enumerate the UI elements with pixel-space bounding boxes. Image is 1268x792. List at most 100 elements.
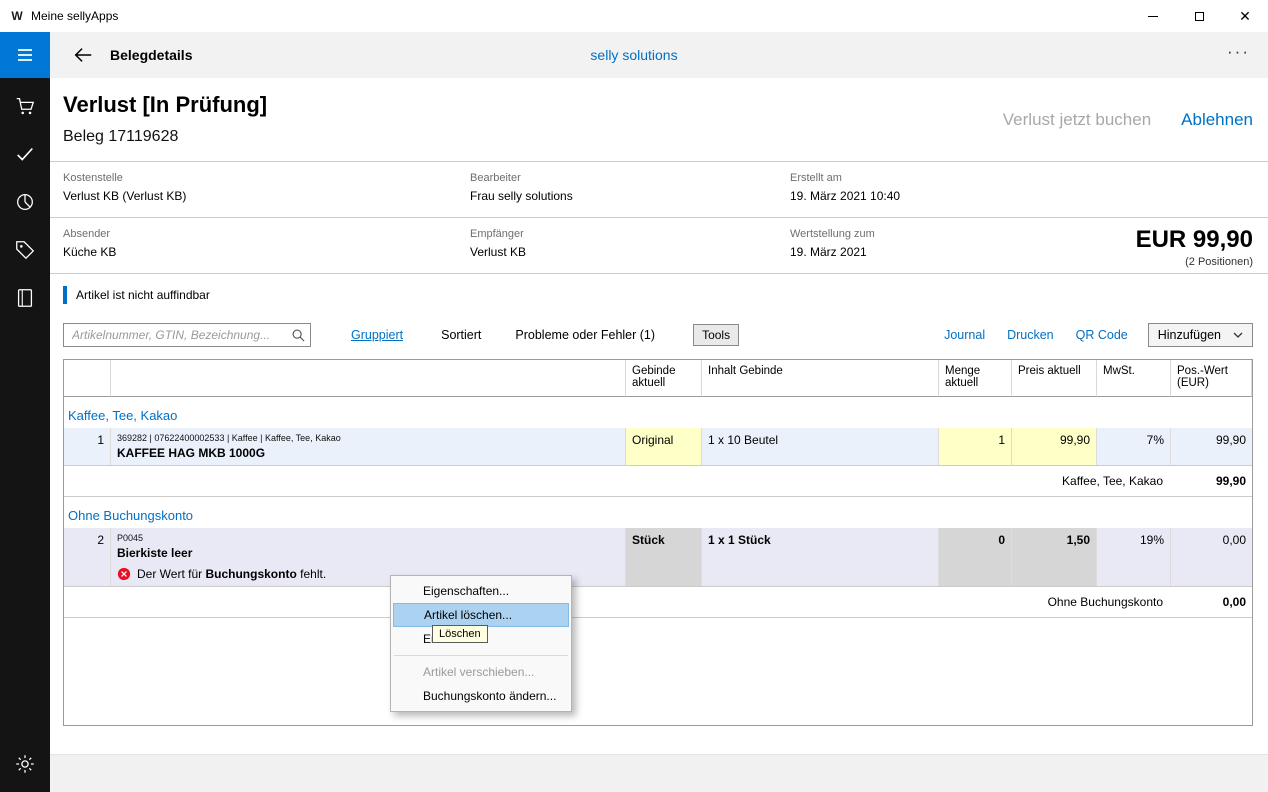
page-title: Belegdetails <box>110 47 192 63</box>
back-button[interactable] <box>70 42 96 68</box>
gebinde-cell[interactable]: Original <box>626 428 702 465</box>
chevron-down-icon <box>1233 332 1243 339</box>
table-row-2[interactable]: 2 P0045 Bierkiste leer Der Wert für Buch… <box>64 528 1252 587</box>
row-number: 2 <box>64 528 111 586</box>
group-title-ohne-buchungskonto: Ohne Buchungskonto <box>64 497 1252 528</box>
field-empfaenger: Empfänger Verlust KB <box>470 228 790 259</box>
mwst-cell: 19% <box>1097 528 1171 586</box>
error-text: Der Wert für Buchungskonto fehlt. <box>137 567 326 581</box>
field-erstellt-am: Erstellt am 19. März 2021 10:40 <box>790 172 1253 203</box>
menge-cell[interactable]: 0 <box>939 528 1012 586</box>
checkmark-icon <box>14 143 36 165</box>
document-title: Verlust [In Prüfung] <box>63 90 267 120</box>
bottom-bar <box>50 754 1268 792</box>
col-menge: Menge aktuell <box>939 360 1012 397</box>
subtotal-value: 0,00 <box>1171 595 1252 609</box>
sidebar-item-reports[interactable] <box>0 178 50 226</box>
preis-cell[interactable]: 99,90 <box>1012 428 1097 465</box>
field-absender: Absender Küche KB <box>63 228 470 259</box>
hamburger-icon <box>15 45 35 65</box>
journal-link[interactable]: Journal <box>944 328 985 342</box>
window-title: Meine sellyApps <box>31 9 118 23</box>
context-menu: Eigenschaften... Artikel löschen... Erse… <box>390 575 572 712</box>
article-meta: 369282 | 07622400002533 | Kaffee | Kaffe… <box>117 433 619 443</box>
info-row-1: Kostenstelle Verlust KB (Verlust KB) Bea… <box>50 162 1268 218</box>
toolbar-right: Journal Drucken QR Code Hinzufügen <box>922 323 1253 347</box>
col-gebinde: Gebinde aktuell <box>626 360 702 397</box>
tools-button[interactable]: Tools <box>693 324 739 346</box>
preis-cell[interactable]: 1,50 <box>1012 528 1097 586</box>
tag-icon <box>14 239 36 261</box>
inhalt-cell: 1 x 1 Stück <box>702 528 939 586</box>
filter-sorted-link[interactable]: Sortiert <box>441 328 481 342</box>
document-header: Verlust [In Prüfung] Beleg 17119628 Verl… <box>50 78 1268 162</box>
sidebar-item-prices[interactable] <box>0 226 50 274</box>
document-total: EUR 99,90 (2 Positionen) <box>1136 226 1253 268</box>
add-button[interactable]: Hinzufügen <box>1148 323 1253 347</box>
col-article <box>111 360 626 397</box>
inhalt-cell: 1 x 10 Beutel <box>702 428 939 465</box>
post-loss-button[interactable]: Verlust jetzt buchen <box>1003 110 1151 130</box>
subtotal-label: Kaffee, Tee, Kakao <box>64 474 1171 488</box>
col-inhalt: Inhalt Gebinde <box>702 360 939 397</box>
menu-item-buchungskonto-aendern[interactable]: Buchungskonto ändern... <box>393 684 569 708</box>
col-mwst: MwSt. <box>1097 360 1171 397</box>
minimize-button[interactable] <box>1130 0 1176 32</box>
back-arrow-icon <box>72 44 94 66</box>
pos-wert-cell: 0,00 <box>1171 528 1252 586</box>
article-cell: 369282 | 07622400002533 | Kaffee | Kaffe… <box>111 428 626 465</box>
more-button[interactable]: ··· <box>1227 47 1250 63</box>
field-label: Absender <box>63 228 470 240</box>
app-header: Belegdetails selly solutions ··· <box>0 32 1268 78</box>
sidebar-item-tasks[interactable] <box>0 130 50 178</box>
field-label: Kostenstelle <box>63 172 470 184</box>
field-value: Verlust KB <box>470 245 790 259</box>
field-value: 19. März 2021 10:40 <box>790 189 1253 203</box>
col-num <box>64 360 111 397</box>
pos-wert-cell: 99,90 <box>1171 428 1252 465</box>
field-label: Erstellt am <box>790 172 1253 184</box>
search-box <box>63 323 311 347</box>
field-value: Frau selly solutions <box>470 189 790 203</box>
error-icon <box>117 567 131 581</box>
col-preis: Preis aktuell <box>1012 360 1097 397</box>
sidebar-item-cart[interactable] <box>0 82 50 130</box>
app-window: W Meine sellyApps ✕ Belegdetails selly s… <box>0 0 1268 792</box>
app-name: selly solutions <box>590 47 677 63</box>
minimize-icon <box>1148 16 1158 17</box>
search-input[interactable] <box>63 323 311 347</box>
print-link[interactable]: Drucken <box>1007 328 1054 342</box>
sidebar-item-settings[interactable] <box>0 740 50 788</box>
items-toolbar: Gruppiert Sortiert Probleme oder Fehler … <box>63 323 1253 347</box>
filter-problems-link[interactable]: Probleme oder Fehler (1) <box>515 328 655 342</box>
field-label: Empfänger <box>470 228 790 240</box>
field-kostenstelle: Kostenstelle Verlust KB (Verlust KB) <box>63 172 470 203</box>
window-controls: ✕ <box>1130 0 1268 32</box>
menge-cell[interactable]: 1 <box>939 428 1012 465</box>
group-subtotal-kaffee: Kaffee, Tee, Kakao 99,90 <box>64 466 1252 497</box>
gebinde-cell[interactable]: Stück <box>626 528 702 586</box>
gear-icon <box>14 753 36 775</box>
article-name: KAFFEE HAG MKB 1000G <box>117 446 619 460</box>
field-value: Küche KB <box>63 245 470 259</box>
maximize-icon <box>1195 12 1204 21</box>
tooltip: Löschen <box>432 625 488 643</box>
qr-code-link[interactable]: QR Code <box>1076 328 1128 342</box>
table-header-row: Gebinde aktuell Inhalt Gebinde Menge akt… <box>64 360 1252 397</box>
reject-button[interactable]: Ablehnen <box>1181 110 1253 130</box>
subtotal-label: Ohne Buchungskonto <box>64 595 1171 609</box>
sidebar-item-catalog[interactable] <box>0 274 50 322</box>
menu-button[interactable] <box>0 32 50 78</box>
window-logo-icon: W <box>9 8 25 24</box>
table-row-1[interactable]: 1 369282 | 07622400002533 | Kaffee | Kaf… <box>64 428 1252 466</box>
field-label: Bearbeiter <box>470 172 790 184</box>
article-meta: P0045 <box>117 533 619 543</box>
menu-item-artikel-loeschen[interactable]: Artikel löschen... <box>393 603 569 627</box>
menu-item-eigenschaften[interactable]: Eigenschaften... <box>393 579 569 603</box>
add-button-label: Hinzufügen <box>1158 328 1221 342</box>
maximize-button[interactable] <box>1176 0 1222 32</box>
close-button[interactable]: ✕ <box>1222 0 1268 32</box>
group-subtotal-ohne-buchungskonto: Ohne Buchungskonto 0,00 <box>64 587 1252 618</box>
filter-grouped-link[interactable]: Gruppiert <box>351 328 403 342</box>
main-content: Verlust [In Prüfung] Beleg 17119628 Verl… <box>50 78 1268 726</box>
